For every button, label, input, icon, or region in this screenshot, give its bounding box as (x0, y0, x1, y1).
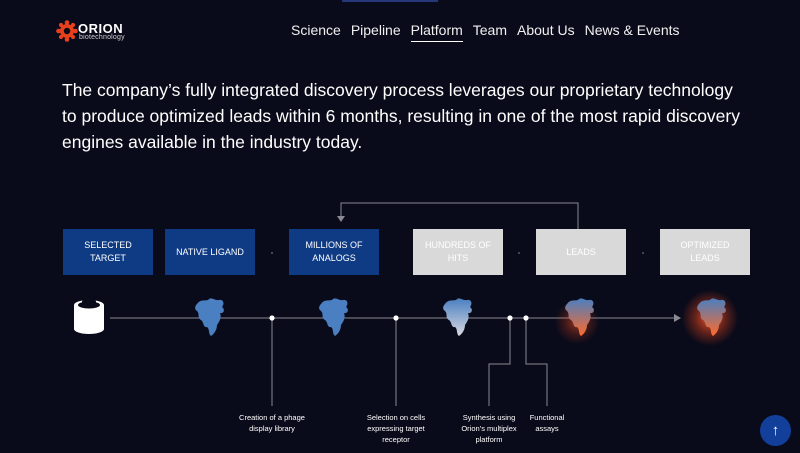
stage-millions-of-analogs: Millions of Analogs (289, 229, 379, 275)
nav-item-pipeline[interactable]: Pipeline (351, 22, 401, 42)
top-accent-bar (342, 0, 438, 2)
caption-selection-on-cells: Selection on cells expressing target rec… (366, 413, 426, 444)
logo[interactable]: ORION biotechnology (56, 20, 128, 46)
protein-molecule-icon (443, 298, 472, 336)
logo-subtitle: biotechnology (79, 34, 125, 41)
stage-hundreds-of-hits: Hundreds of Hits (413, 229, 503, 275)
stage-selected-target: Selected Target (63, 229, 153, 275)
nav-item-news-events[interactable]: News & Events (585, 22, 680, 42)
intro-paragraph: The company’s fully integrated discovery… (62, 80, 740, 152)
scroll-to-top-button[interactable]: ↑ (760, 415, 791, 446)
process-diagram (74, 202, 738, 406)
protein-molecule-icon (697, 298, 726, 336)
gear-logo-icon (56, 20, 78, 42)
arrow-up-icon: ↑ (771, 422, 780, 439)
cylinder-target-icon (74, 300, 104, 334)
protein-molecule-icon (565, 298, 594, 336)
nav-item-team[interactable]: Team (473, 22, 507, 42)
caption-functional-assays: Functional assays (529, 413, 565, 433)
stage-optimized-leads: Optimized Leads (660, 229, 750, 275)
protein-molecule-icon (195, 298, 224, 336)
stage-native-ligand: Native Ligand (165, 229, 255, 275)
main-nav: Science Pipeline Platform Team About Us … (291, 22, 690, 42)
protein-molecule-icon (319, 298, 348, 336)
stage-leads: Leads (536, 229, 626, 275)
nav-item-about-us[interactable]: About Us (517, 22, 575, 42)
nav-item-platform[interactable]: Platform (410, 22, 463, 42)
caption-synthesis: Synthesis using Orion’s multiplex platfo… (461, 413, 517, 444)
nav-item-science[interactable]: Science (291, 22, 341, 42)
caption-phage-display: Creation of a phage display library (239, 413, 305, 433)
